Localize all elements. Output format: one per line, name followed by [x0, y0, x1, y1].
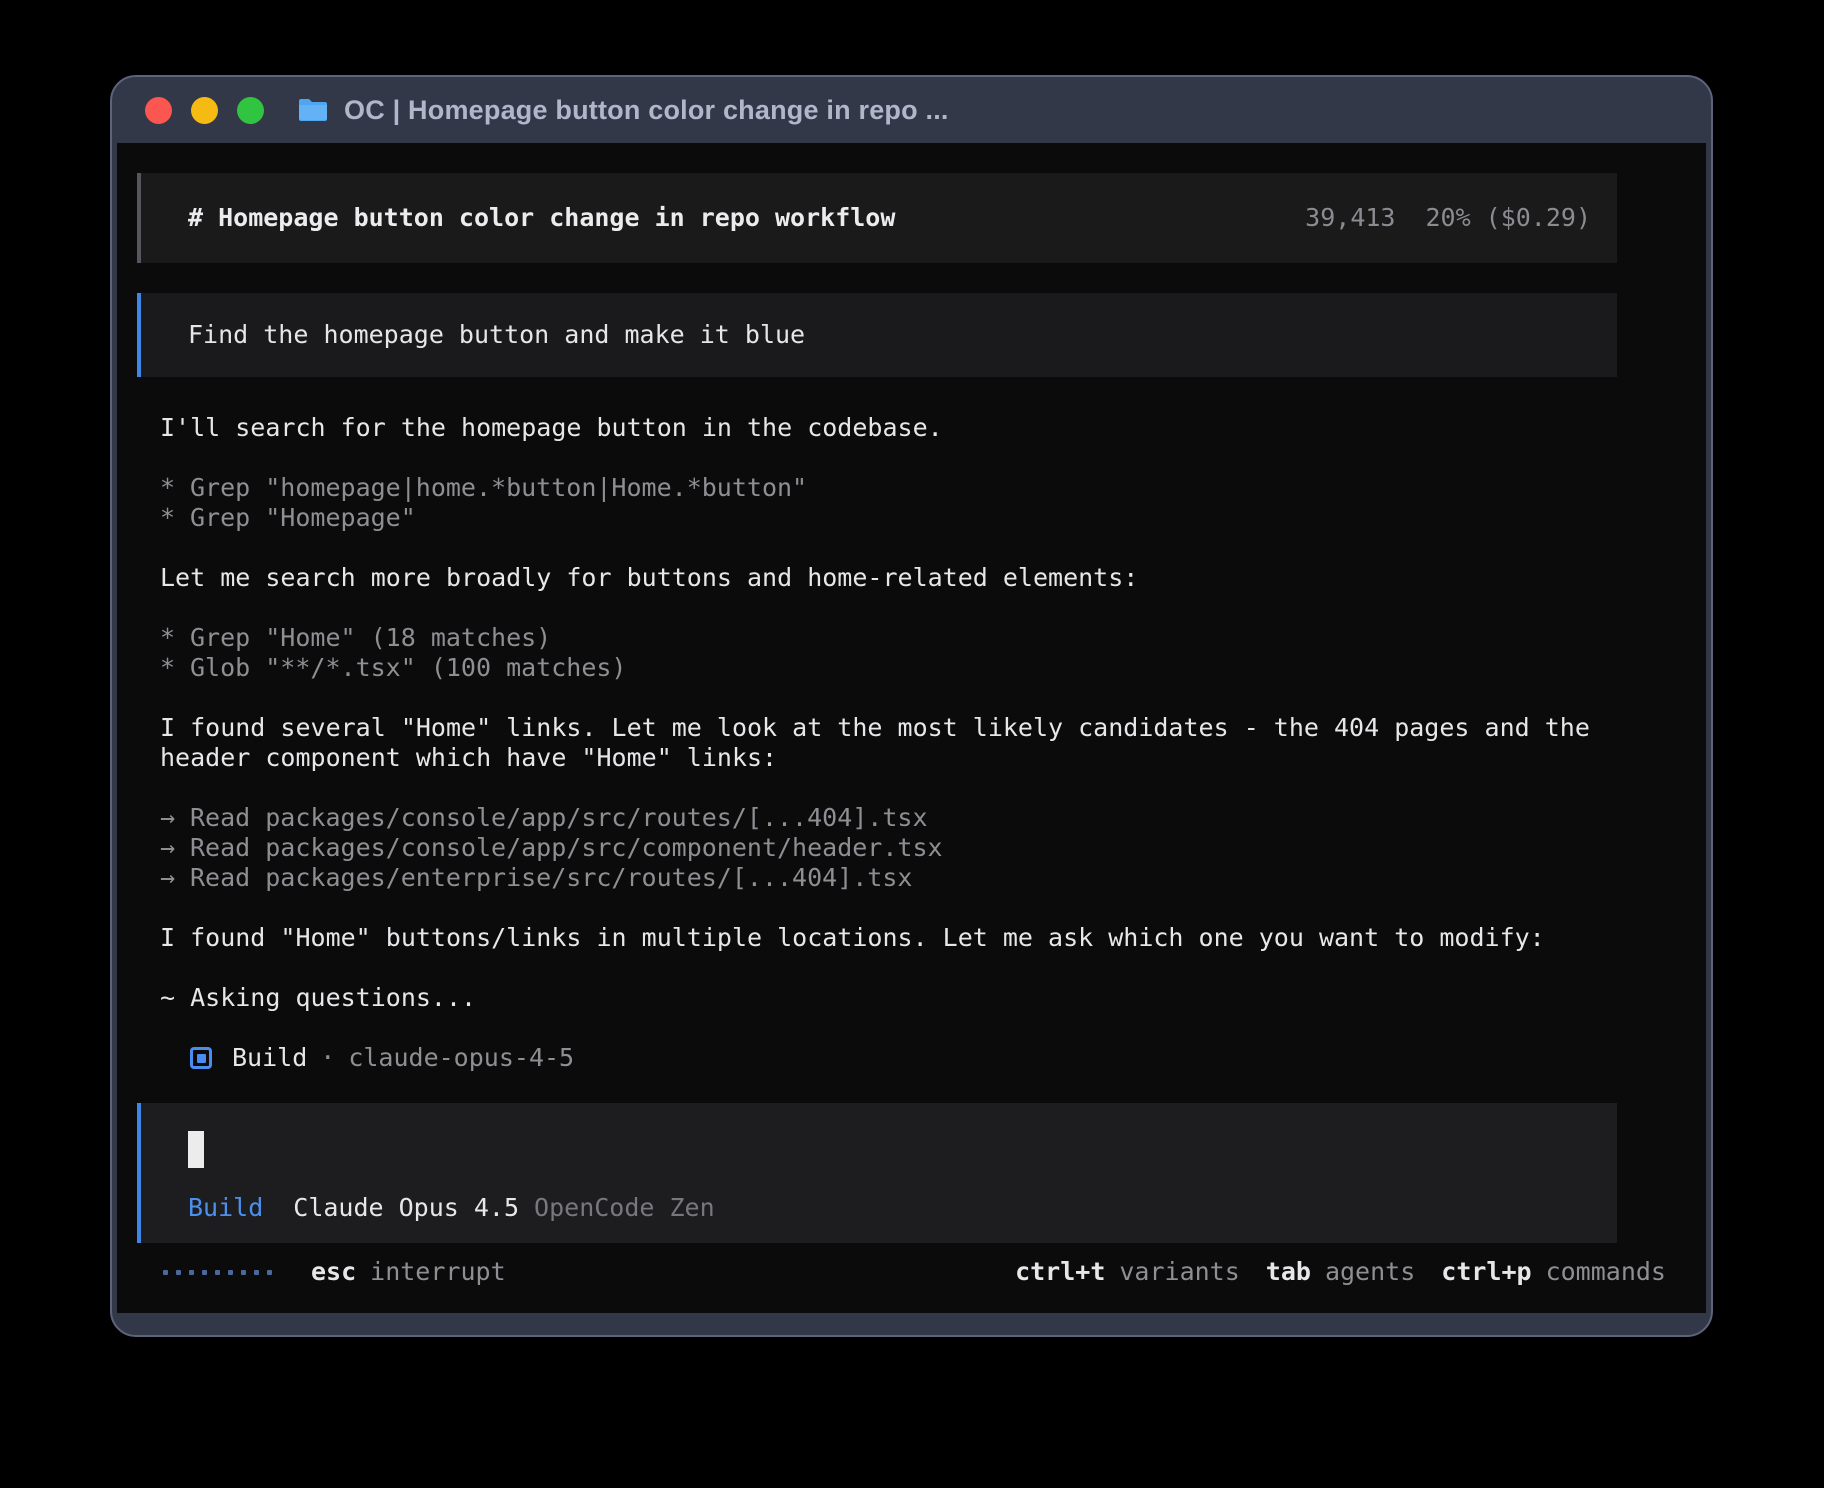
tool-asterisk-icon: *	[160, 503, 190, 533]
hotkey-hint-commands: ctrl+p commands	[1441, 1257, 1666, 1287]
transcript: I'll search for the homepage button in t…	[160, 413, 1706, 1013]
transcript-text: Let me search more broadly for buttons a…	[160, 563, 1138, 592]
spinner-dots	[163, 1270, 280, 1275]
session-stats: 39,413 20% ($0.29)	[1305, 203, 1591, 233]
transcript-line: I found several "Home" links. Let me loo…	[160, 713, 1706, 743]
hotkey-key: tab	[1266, 1257, 1311, 1287]
user-message-text: Find the homepage button and make it blu…	[188, 320, 805, 350]
transcript-text: ~ Asking questions...	[160, 983, 476, 1012]
transcript-text: Glob "**/*.tsx" (100 matches)	[190, 653, 627, 682]
session-cost: ($0.29)	[1486, 203, 1591, 233]
agent-status-line: Build · claude-opus-4-5	[190, 1043, 1706, 1073]
terminal: # Homepage button color change in repo w…	[117, 143, 1706, 1313]
close-button[interactable]	[145, 97, 172, 124]
transcript-line: →Read packages/enterprise/src/routes/[..…	[160, 863, 1706, 893]
transcript-line: *Grep "Homepage"	[160, 503, 1706, 533]
spinner-dot	[241, 1270, 246, 1275]
message-input[interactable]: Build Claude Opus 4.5 OpenCode Zen	[137, 1103, 1617, 1243]
tool-asterisk-icon: *	[160, 653, 190, 683]
transcript-line: ~ Asking questions...	[160, 983, 1706, 1013]
esc-key-hint: esc	[311, 1257, 356, 1287]
transcript-paragraph: I found "Home" buttons/links in multiple…	[160, 923, 1706, 953]
hotkey-label: commands	[1546, 1257, 1666, 1287]
context-percent: 20%	[1425, 203, 1470, 233]
transcript-line: *Grep "homepage|home.*button|Home.*butto…	[160, 473, 1706, 503]
build-agent-icon	[190, 1047, 212, 1069]
spinner-dot	[267, 1270, 272, 1275]
transcript-text: I found several "Home" links. Let me loo…	[160, 713, 1590, 742]
transcript-text: Grep "Home" (18 matches)	[190, 623, 551, 652]
titlebar[interactable]: OC | Homepage button color change in rep…	[112, 77, 1711, 143]
status-bar-left: esc interrupt	[163, 1257, 506, 1287]
transcript-text: Read packages/console/app/src/routes/[..…	[190, 803, 928, 832]
transcript-paragraph: *Grep "Home" (18 matches)*Glob "**/*.tsx…	[160, 623, 1706, 683]
read-arrow-icon: →	[160, 833, 190, 863]
spinner-dot	[254, 1270, 259, 1275]
input-model-line: Build Claude Opus 4.5 OpenCode Zen	[188, 1193, 715, 1223]
text-cursor	[188, 1131, 204, 1168]
transcript-text: Grep "homepage|home.*button|Home.*button…	[190, 473, 807, 502]
transcript-text: I'll search for the homepage button in t…	[160, 413, 943, 442]
agent-name: Build	[232, 1043, 307, 1073]
hotkey-label: agents	[1325, 1257, 1415, 1287]
transcript-paragraph: ~ Asking questions...	[160, 983, 1706, 1013]
transcript-paragraph: I'll search for the homepage button in t…	[160, 413, 1706, 443]
status-bar: esc interrupt ctrl+tvariantstabagentsctr…	[163, 1257, 1666, 1287]
spinner-dot	[228, 1270, 233, 1275]
transcript-line: I found "Home" buttons/links in multiple…	[160, 923, 1706, 953]
window-title: OC | Homepage button color change in rep…	[344, 95, 949, 126]
folder-icon	[298, 98, 328, 122]
hotkey-key: ctrl+t	[1015, 1257, 1105, 1287]
tool-asterisk-icon: *	[160, 473, 190, 503]
zoom-button[interactable]	[237, 97, 264, 124]
transcript-paragraph: →Read packages/console/app/src/routes/[.…	[160, 803, 1706, 893]
hotkey-hint-agents: tab agents	[1266, 1257, 1415, 1287]
transcript-line: I'll search for the homepage button in t…	[160, 413, 1706, 443]
hotkey-hint-variants: ctrl+t variants	[1015, 1257, 1240, 1287]
input-model-name[interactable]: Claude Opus 4.5	[293, 1193, 519, 1223]
transcript-line: →Read packages/console/app/src/component…	[160, 833, 1706, 863]
transcript-text: I found "Home" buttons/links in multiple…	[160, 923, 1545, 952]
transcript-line: *Glob "**/*.tsx" (100 matches)	[160, 653, 1706, 683]
agent-model: claude-opus-4-5	[348, 1043, 574, 1073]
tool-asterisk-icon: *	[160, 623, 190, 653]
transcript-line: header component which have "Home" links…	[160, 743, 1706, 773]
transcript-line: *Grep "Home" (18 matches)	[160, 623, 1706, 653]
spinner-dot	[176, 1270, 181, 1275]
input-model-provider: OpenCode Zen	[534, 1193, 715, 1223]
token-count: 39,413	[1305, 203, 1395, 233]
transcript-line: Let me search more broadly for buttons a…	[160, 563, 1706, 593]
transcript-text: Read packages/enterprise/src/routes/[...…	[190, 863, 912, 892]
transcript-paragraph: Let me search more broadly for buttons a…	[160, 563, 1706, 593]
spinner-dot	[215, 1270, 220, 1275]
spinner-dot	[189, 1270, 194, 1275]
input-agent-mode[interactable]: Build	[188, 1193, 263, 1223]
transcript-text: header component which have "Home" links…	[160, 743, 777, 772]
read-arrow-icon: →	[160, 803, 190, 833]
user-message: Find the homepage button and make it blu…	[137, 293, 1617, 377]
transcript-text: Read packages/console/app/src/component/…	[190, 833, 943, 862]
minimize-button[interactable]	[191, 97, 218, 124]
agent-separator: ·	[320, 1043, 335, 1073]
hotkey-key: ctrl+p	[1441, 1257, 1531, 1287]
hotkey-label: variants	[1119, 1257, 1239, 1287]
transcript-text: Grep "Homepage"	[190, 503, 416, 532]
transcript-line: →Read packages/console/app/src/routes/[.…	[160, 803, 1706, 833]
app-window: OC | Homepage button color change in rep…	[110, 75, 1713, 1337]
session-title: # Homepage button color change in repo w…	[188, 203, 895, 233]
esc-hint-label: interrupt	[370, 1257, 505, 1287]
spinner-dot	[202, 1270, 207, 1275]
transcript-paragraph: *Grep "homepage|home.*button|Home.*butto…	[160, 473, 1706, 533]
read-arrow-icon: →	[160, 863, 190, 893]
status-bar-right: ctrl+t variants tab agents ctrl+p commands	[1015, 1257, 1666, 1287]
spinner-dot	[163, 1270, 168, 1275]
transcript-paragraph: I found several "Home" links. Let me loo…	[160, 713, 1706, 773]
session-header: # Homepage button color change in repo w…	[137, 173, 1617, 263]
